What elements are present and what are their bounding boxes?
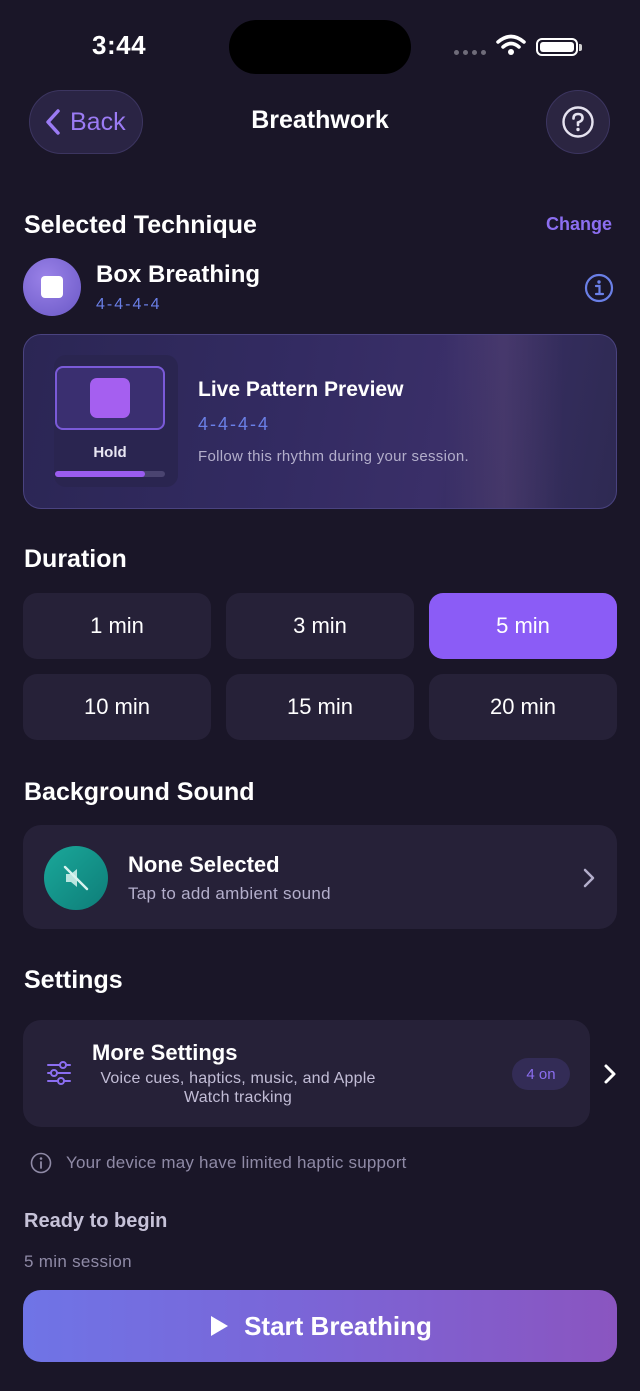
haptic-warning-text: Your device may have limited haptic supp…	[66, 1153, 407, 1172]
section-title-technique: Selected Technique	[24, 211, 257, 239]
speaker-muted-icon	[63, 865, 89, 891]
cellular-signal-icon	[454, 50, 486, 55]
dynamic-island	[229, 20, 411, 74]
help-button[interactable]	[546, 90, 610, 154]
play-icon	[211, 1316, 229, 1336]
settings-title: More Settings	[92, 1040, 238, 1065]
preview-pattern: 4-4-4-4	[198, 414, 271, 434]
sound-subtitle: Tap to add ambient sound	[128, 884, 331, 903]
breath-shape	[55, 366, 165, 430]
section-title-sound: Background Sound	[24, 778, 255, 806]
settings-count-badge: 4 on	[512, 1058, 570, 1090]
chevron-right-icon[interactable]	[601, 1062, 619, 1086]
section-title-settings: Settings	[24, 966, 123, 994]
phase-label: Hold	[93, 444, 127, 461]
technique-name: Box Breathing	[96, 261, 261, 288]
preview-title: Live Pattern Preview	[198, 378, 404, 401]
technique-pattern: 4-4-4-4	[96, 296, 162, 313]
status-time: 3:44	[92, 30, 147, 60]
info-icon[interactable]	[584, 273, 614, 303]
battery-tip	[579, 44, 582, 51]
sound-icon	[44, 846, 108, 910]
duration-option-1-min[interactable]: 1 min	[23, 593, 211, 659]
duration-option-15-min[interactable]: 15 min	[226, 674, 414, 740]
page-title: Breathwork	[251, 106, 389, 134]
battery-icon	[536, 38, 578, 56]
change-technique-link[interactable]: Change	[546, 214, 612, 235]
duration-option-5-min[interactable]: 5 min	[429, 593, 617, 659]
settings-subtitle: Voice cues, haptics, music, and Apple Wa…	[100, 1070, 376, 1106]
chevron-right-icon	[583, 868, 595, 888]
phase-progress-fill	[55, 471, 146, 477]
sliders-icon	[47, 1061, 71, 1085]
technique-icon	[23, 258, 81, 316]
preview-glow	[444, 335, 564, 508]
duration-option-20-min[interactable]: 20 min	[429, 674, 617, 740]
start-breathing-button[interactable]: Start Breathing	[23, 1290, 617, 1362]
background-sound-row[interactable]	[23, 825, 617, 929]
info-icon	[30, 1152, 52, 1174]
session-length-label: 5 min session	[24, 1252, 132, 1271]
duration-option-3-min[interactable]: 3 min	[226, 593, 414, 659]
sound-title: None Selected	[128, 852, 280, 877]
question-icon	[562, 106, 594, 138]
ready-title: Ready to begin	[24, 1210, 168, 1232]
start-button-label: Start Breathing	[244, 1310, 432, 1341]
haptic-warning: Your device may have limited haptic supp…	[30, 1152, 407, 1174]
section-title-duration: Duration	[24, 545, 127, 573]
wifi-icon	[496, 34, 526, 55]
duration-option-10-min[interactable]: 10 min	[23, 674, 211, 740]
preview-subtitle: Follow this rhythm during your session.	[198, 448, 469, 465]
